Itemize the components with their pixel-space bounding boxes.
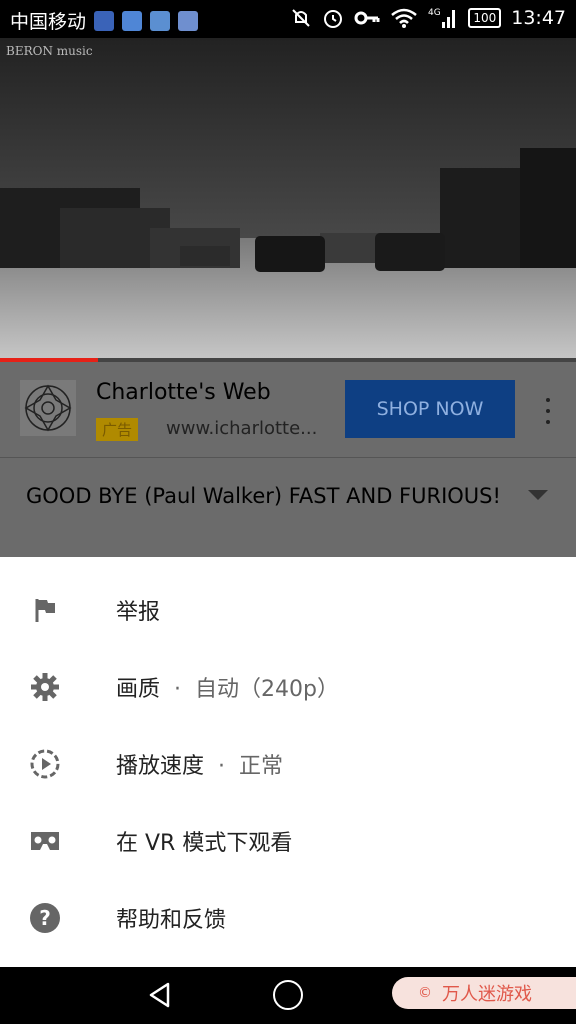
network-type: 4G <box>428 8 441 18</box>
video-watermark: BERON music <box>6 44 93 58</box>
menu-item-label: 举报 <box>116 599 161 625</box>
ad-banner[interactable]: Charlotte's Web 广告 www.icharlotte... SHO… <box>0 362 576 458</box>
key-icon <box>354 11 380 25</box>
ad-title: Charlotte's Web <box>96 380 271 405</box>
expand-description-icon[interactable] <box>528 490 548 500</box>
menu-item-report[interactable]: 举报 <box>0 571 576 648</box>
notification-icon-3 <box>150 10 171 31</box>
speed-value: 正常 <box>239 753 284 779</box>
status-right: 4G 100 13:47 <box>290 6 566 30</box>
wifi-icon <box>391 8 418 28</box>
gear-icon <box>28 670 62 704</box>
options-bottom-sheet: 举报 画质 · 自动（240p） 播放速度 · 正常 在 VR 模式下观看 ? … <box>0 557 576 967</box>
brand-watermark: © 万人迷游戏 <box>392 977 576 1009</box>
speed-row-text: 播放速度 · 正常 <box>116 748 283 780</box>
menu-item-help-feedback[interactable]: ? 帮助和反馈 <box>0 879 576 956</box>
battery-level: 100 <box>473 11 497 25</box>
advertiser-logo <box>20 380 76 436</box>
separator-dot: · <box>218 753 226 779</box>
carrier-name: 中国移动 <box>10 11 87 33</box>
notification-icon-4 <box>178 10 199 31</box>
more-options-icon[interactable] <box>540 398 556 424</box>
quality-row-text: 画质 · 自动（240p） <box>116 671 339 703</box>
battery-icon: 100 <box>468 8 502 28</box>
menu-item-quality[interactable]: 画质 · 自动（240p） <box>0 648 576 725</box>
svg-text:?: ? <box>39 906 51 930</box>
video-frame <box>0 38 576 362</box>
flag-icon <box>28 593 62 627</box>
video-title[interactable]: GOOD BYE (Paul Walker) FAST AND FURIOUS! <box>26 478 506 514</box>
alarm-icon <box>324 10 343 28</box>
status-left: 中国移动 <box>10 7 199 34</box>
notification-icon-2 <box>122 10 143 31</box>
playback-speed-icon <box>28 747 62 781</box>
menu-item-label: 帮助和反馈 <box>116 907 227 933</box>
vr-headset-icon <box>28 824 62 858</box>
separator-dot: · <box>174 676 182 702</box>
mute-icon <box>292 9 311 27</box>
copyright-symbol: © <box>418 985 432 1001</box>
clock: 13:47 <box>511 7 566 29</box>
back-icon[interactable] <box>146 981 174 1009</box>
menu-item-label: 播放速度 <box>116 753 205 779</box>
home-icon[interactable] <box>273 980 303 1010</box>
shop-now-button[interactable]: SHOP NOW <box>345 380 515 438</box>
video-player[interactable]: BERON music <box>0 38 576 362</box>
brand-text: 万人迷游戏 <box>442 984 532 1005</box>
ad-badge: 广告 <box>96 418 139 441</box>
menu-item-vr-mode[interactable]: 在 VR 模式下观看 <box>0 802 576 879</box>
ad-divider <box>0 457 576 458</box>
quality-value: 自动（240p） <box>195 676 339 702</box>
lotus-logo-icon <box>24 384 72 432</box>
menu-item-playback-speed[interactable]: 播放速度 · 正常 <box>0 725 576 802</box>
help-icon: ? <box>28 901 62 935</box>
menu-item-label: 在 VR 模式下观看 <box>116 830 293 856</box>
status-bar: 中国移动 4G 100 13:47 <box>0 0 576 38</box>
cell-signal-icon: 4G <box>428 8 456 28</box>
notification-icon-1 <box>94 10 115 31</box>
ad-url[interactable]: www.icharlotte... <box>166 418 317 439</box>
menu-item-label: 画质 <box>116 676 161 702</box>
